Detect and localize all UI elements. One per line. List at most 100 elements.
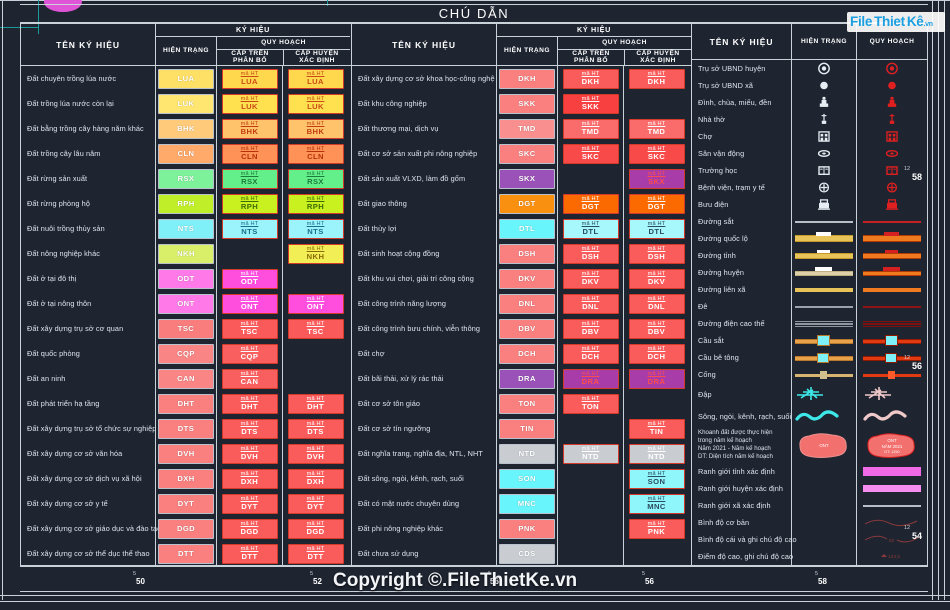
legend-row-symbol [792,60,856,77]
block3-symbols: ONT ONT NĂM 2021 DT: 1250 50 123,5 [792,60,927,565]
legend-row-label: Bệnh viện, trạm y tế [692,179,791,196]
land-code: PNK [647,526,666,536]
legend-label-text: Đất sinh hoạt cộng đồng [358,249,440,258]
legend-row-symbol [857,196,927,213]
legend-row-symbol [792,230,856,247]
land-code: NTS [241,226,258,236]
symbol-swatch-nts: mã HT NTS [287,218,344,239]
legend-row-label: Đất sông, ngòi, kênh, rạch, suối [352,466,496,491]
line-stroke [888,371,895,379]
legend-label-text: Chợ [698,132,713,141]
legend-row-symbol: mã HT PNK [624,516,689,541]
symbol-swatch-dyt: mã HT DYT [221,493,278,514]
svg-text:ONT: ONT [887,438,897,443]
land-code: CDS [518,548,536,558]
national-road-icon [863,232,921,246]
legend-row-symbol [792,145,856,162]
legend-row-symbol [857,514,927,531]
legend-row-label: Đất xây dựng cơ sở y tế [21,491,155,516]
symbol-swatch-tin: TIN [499,418,555,439]
block2-current-symbols: DKH SKK TMD SKC SKX DGT DTL DSH DKV DNL DBV DCH DRA T… [497,66,557,566]
symbol-swatch-bhk: BHK [158,118,214,139]
legend-row-symbol: DNL [497,291,557,316]
land-code: DSH [647,251,666,261]
land-code: NKH [306,251,325,261]
legend-row-symbol: mã HT DVH [283,441,348,466]
symbol-swatch-dkh: mã HT DKH [562,68,619,89]
railway-icon [863,215,921,229]
symbol-swatch-cln: mã HT CLN [221,143,278,164]
land-code: DHT [241,401,258,411]
symbol-swatch-rsx: RSX [158,168,214,189]
legend-row-symbol: mã HT MNC [624,491,689,516]
legend-row-label: Đê [692,298,791,315]
symbol-swatch-lua: mã HT LUA [287,68,344,89]
legend-label-text: Đất nông nghiệp khác [27,249,100,258]
legend-label-text: Đất thương mại, dịch vụ [358,124,439,133]
land-code: TMD [647,126,666,136]
legend-label-text: Năm 2021 - Năm kế hoạch [698,445,771,452]
legend-label-text: Đất xây dựng trụ sở tổ chức sự nghiệp [27,424,157,433]
legend-label-text: Đất cơ sở tín ngưỡng [358,424,431,433]
symbol-swatch-skk: SKK [499,93,555,114]
legend-row-label: Đất cơ sở tôn giáo [352,391,496,416]
symbol-swatch-tmd: mã HT TMD [628,118,685,139]
land-code: CQP [177,348,195,358]
legend-row-symbol: ODT [156,266,216,291]
legend-label-text: DT: Diện tích năm kế hoạch [698,452,773,460]
symbol-swatch-tmd: TMD [499,118,555,139]
legend-row-symbol: DGT [497,191,557,216]
legend-row-label: Đất sinh hoạt cộng đồng [352,241,496,266]
frame-left-1 [2,0,3,600]
temple-icon [792,95,856,110]
legend-row-symbol [558,541,623,566]
symbol-swatch-ont: ONT [158,293,214,314]
line-stroke [815,266,832,271]
legend-row-label: Đất ở tại đô thị [21,266,155,291]
legend-row-symbol: mã HT DBV [558,316,623,341]
page-title: CHÚ DẪN [438,6,510,21]
symbol-swatch-dsh: mã HT DSH [628,243,685,264]
legend-row-symbol: mã HT DRA [624,366,689,391]
legend-row-symbol: mã HT DTT [217,541,282,566]
symbol-swatch-dnl: mã HT DNL [628,293,685,314]
legend-row-label: Đất rừng phòng hộ [21,191,155,216]
land-code: TSC [177,323,195,333]
ubnd-district-icon [792,61,856,76]
legend-row-symbol: mã HT TIN [624,416,689,441]
line-stroke [816,232,831,236]
legend-row-symbol: DTS [156,416,216,441]
symbol-swatch-rph: mã HT RPH [221,193,278,214]
land-code: DHT [307,401,324,411]
legend-label-text: Sân vận động [698,149,745,158]
legend-row-symbol [857,315,927,332]
legend-label-text: Ranh giới huyện xác định [698,484,784,493]
legend-row-label: Chợ [692,128,791,145]
legend-row-label: Đất nuôi trồng thủy sản [21,216,155,241]
line-stroke [863,252,921,259]
block1-kyhieu-label: KÝ HIỆU [156,24,350,37]
legend-row-symbol: DKV [497,266,557,291]
legend-row-label: Đất xây dựng cơ sở văn hóa [21,441,155,466]
land-code: DNL [648,301,665,311]
symbol-swatch-ont: mã HT ONT [287,293,344,314]
legend-row-symbol [857,128,927,145]
legend-row-symbol: mã HT NTD [624,441,689,466]
legend-row-label: Đường quốc lộ [692,230,791,247]
district-road-icon [795,266,853,280]
land-code: DVH [240,451,259,461]
symbol-swatch-dvh: mã HT DVH [221,443,278,464]
legend-row-label: Đất công trình năng lượng [352,291,496,316]
symbol-swatch-rph: RPH [158,193,214,214]
legend-row-symbol [857,405,927,427]
legend-row-symbol [857,111,927,128]
legend-row-symbol [792,405,856,427]
legend-row-symbol [792,480,856,497]
legend-row-symbol [792,332,856,349]
side-tick-label: 56 [912,361,923,371]
block1-body: Đất chuyên trồng lúa nước Đất trồng lúa n… [21,66,351,566]
block1-district-symbols: mã HT LUA mã HT LUK mã HT BHK mã HT CLN mã HT RSX… [282,66,348,566]
legend-row-symbol [792,531,856,548]
land-code: DNL [518,298,536,308]
legend-row-symbol: mã HT SKX [624,166,689,191]
